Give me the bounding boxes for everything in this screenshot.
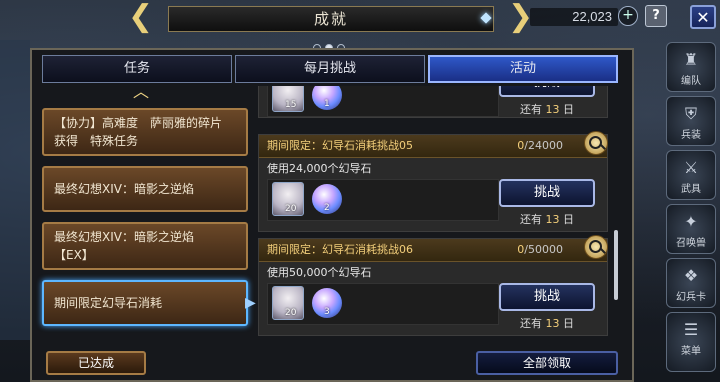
- challenge-button[interactable]: 挑战: [499, 179, 595, 207]
- page-title: 成就: [313, 10, 348, 28]
- reward-count: 20: [285, 204, 297, 214]
- reward-count: 15: [285, 100, 297, 110]
- achieved-button[interactable]: 已达成: [46, 351, 146, 375]
- menu-label: 编队: [681, 76, 701, 87]
- armor-icon: ⛨: [684, 104, 697, 123]
- help-button[interactable]: ?: [645, 5, 667, 27]
- category-item-ff14-shadowbringers-ex[interactable]: 最终幻想XIV：暗影之逆焰 【EX】: [42, 222, 248, 270]
- menu-label: 幻兵卡: [676, 292, 706, 303]
- reward-box: 20 3: [267, 283, 499, 325]
- weapon-icon: ⚔: [683, 158, 699, 177]
- menu-card[interactable]: ❖ 幻兵卡: [666, 258, 716, 308]
- stone-reward-icon: 3: [312, 288, 342, 318]
- close-button[interactable]: ✕: [690, 5, 716, 29]
- challenge-button[interactable]: 挑战: [499, 283, 595, 311]
- category-item-ff14-shadowbringers[interactable]: 最终幻想XIV：暗影之逆焰: [42, 166, 248, 212]
- card-icon: ❖: [683, 266, 699, 285]
- stone-reward-icon: 2: [312, 184, 342, 214]
- reward-box: 15 1: [267, 86, 499, 117]
- stone-reward-icon: 1: [312, 86, 342, 110]
- mission-card: 15 1 挑战 还有 13 日: [258, 86, 608, 118]
- mission-title: 期间限定：幻导石消耗挑战06: [267, 243, 413, 256]
- mission-list-scrollbar[interactable]: [614, 230, 618, 300]
- menu-label: 兵装: [681, 130, 701, 141]
- reward-count: 1: [324, 99, 330, 109]
- reward-count: 20: [285, 308, 297, 318]
- menu-label: 菜单: [681, 346, 701, 357]
- mission-detail-search-icon[interactable]: [584, 131, 608, 155]
- mission-progress: 0/50000: [517, 243, 563, 256]
- menu-main[interactable]: ☰ 菜单: [666, 312, 716, 372]
- menu-icon: ☰: [683, 320, 699, 339]
- mission-title: 期间限定：幻导石消耗挑战05: [267, 139, 413, 152]
- menu-label: 召唤兽: [676, 238, 706, 249]
- remaining-days: 还有 13 日: [520, 317, 574, 330]
- remaining-days: 还有 13 日: [520, 213, 574, 226]
- selected-arrow-icon: ▶: [245, 295, 256, 311]
- remaining-days: 还有 13 日: [520, 103, 574, 116]
- character-reward-icon: 15: [272, 86, 304, 112]
- reward-count: 2: [324, 203, 330, 213]
- menu-weapon[interactable]: ⚔ 武具: [666, 150, 716, 200]
- mission-description: 使用24,000个幻导石: [267, 162, 372, 175]
- tab-events[interactable]: 活动: [428, 55, 618, 83]
- character-reward-icon: 20: [272, 182, 304, 216]
- mission-card: 期间限定：幻导石消耗挑战06 0/50000 使用50,000个幻导石 20 3…: [258, 238, 608, 336]
- right-side-menu: ♜ 编队 ⛨ 兵装 ⚔ 武具 ✦ 召唤兽 ❖ 幻兵卡 ☰ 菜单: [662, 40, 720, 382]
- reward-count: 3: [324, 307, 330, 317]
- mission-detail-search-icon[interactable]: [584, 235, 608, 259]
- mission-title-bar: 期间限定：幻导石消耗挑战06 0/50000: [259, 239, 607, 262]
- title-banner: 成就: [168, 6, 494, 32]
- menu-armor[interactable]: ⛨ 兵装: [666, 96, 716, 146]
- mission-progress: 0/24000: [517, 139, 563, 152]
- character-reward-icon: 20: [272, 286, 304, 320]
- challenge-button[interactable]: 挑战: [499, 86, 595, 97]
- summon-icon: ✦: [684, 212, 698, 231]
- category-item-cooperation[interactable]: 【协力】高难度 萨丽雅的碎片 获得 特殊任务: [42, 108, 248, 156]
- claim-all-button[interactable]: 全部领取: [476, 351, 618, 375]
- tab-missions[interactable]: 任务: [42, 55, 232, 83]
- party-icon: ♜: [683, 50, 699, 69]
- left-background-decoration: [0, 40, 30, 340]
- currency-display: 22,023: [530, 8, 618, 26]
- add-currency-button[interactable]: +: [618, 6, 638, 26]
- mission-description: 使用50,000个幻导石: [267, 266, 372, 279]
- menu-label: 武具: [681, 184, 701, 195]
- category-item-limited-stone-consumption[interactable]: 期间限定幻导石消耗: [42, 280, 248, 326]
- mission-title-bar: 期间限定：幻导石消耗挑战05 0/24000: [259, 135, 607, 158]
- menu-party[interactable]: ♜ 编队: [666, 42, 716, 92]
- reward-box: 20 2: [267, 179, 499, 221]
- mission-list[interactable]: 15 1 挑战 还有 13 日 期间限定：幻导石消耗挑战05 0/24000 使…: [258, 86, 614, 344]
- tab-monthly-challenge[interactable]: 每月挑战: [235, 55, 425, 83]
- menu-summon[interactable]: ✦ 召唤兽: [666, 204, 716, 254]
- prev-page-chevron-icon[interactable]: ❮: [128, 2, 153, 32]
- top-bar: ❮ 成就 ❯ 22,023 + ? ✕: [0, 0, 720, 52]
- scroll-up-chevron-icon[interactable]: ︿: [133, 84, 149, 100]
- mission-card: 期间限定：幻导石消耗挑战05 0/24000 使用24,000个幻导石 20 2…: [258, 134, 608, 232]
